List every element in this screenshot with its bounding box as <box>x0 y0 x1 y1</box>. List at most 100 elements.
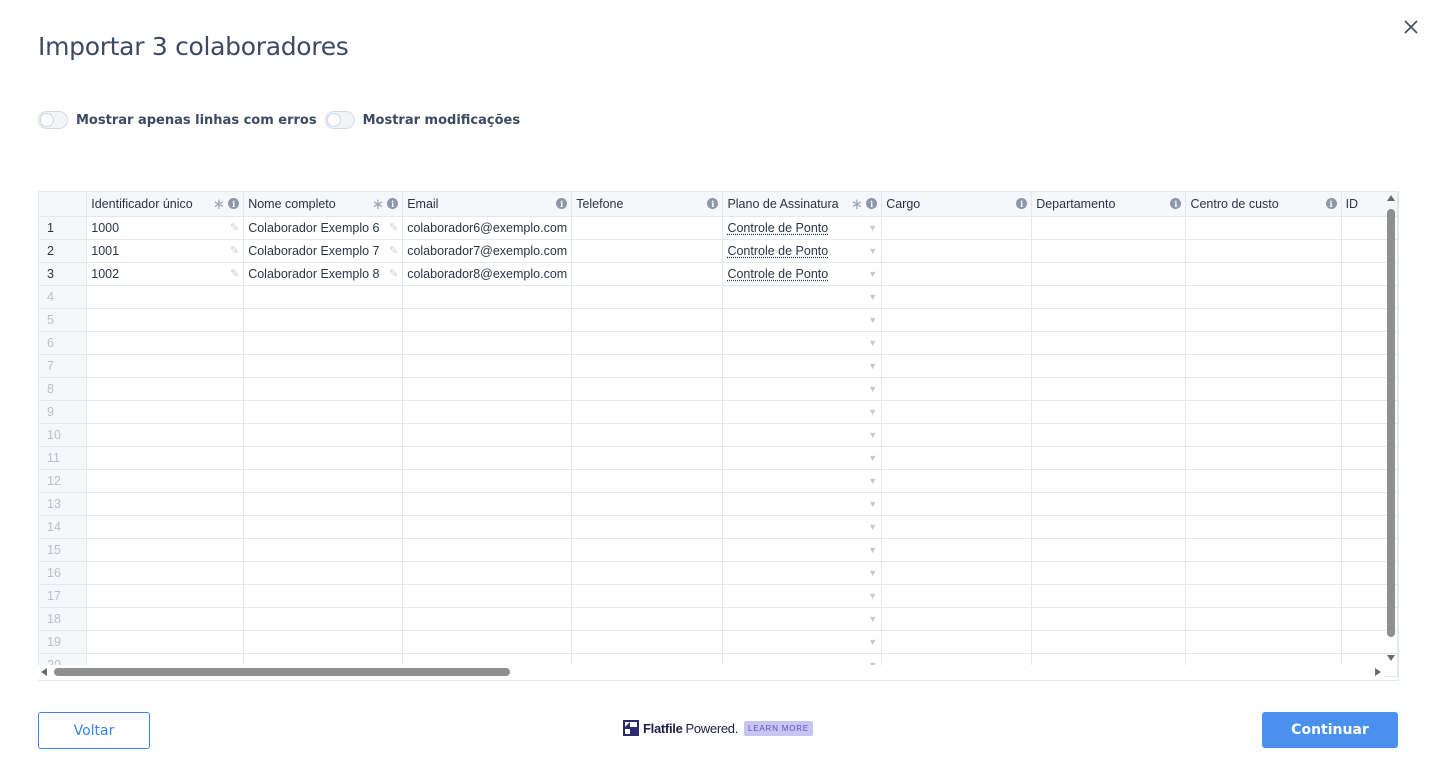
grid-cell-empty[interactable] <box>243 423 404 447</box>
grid-cell-cost[interactable] <box>1185 216 1342 240</box>
info-icon[interactable]: i <box>866 198 878 210</box>
grid-cell-empty[interactable] <box>402 469 573 493</box>
row-number[interactable]: 4 <box>39 285 88 309</box>
dropdown-caret-icon[interactable]: ▼ <box>868 522 877 532</box>
dropdown-caret-icon[interactable]: ▼ <box>868 568 877 578</box>
back-button[interactable]: Voltar <box>38 712 150 749</box>
info-icon[interactable]: i <box>1325 198 1337 210</box>
grid-cell-empty[interactable] <box>402 400 573 424</box>
dropdown-caret-icon[interactable]: ▼ <box>868 453 877 463</box>
grid-cell-empty[interactable] <box>86 308 245 332</box>
row-number[interactable]: 14 <box>39 515 88 539</box>
grid-cell-empty[interactable] <box>243 469 404 493</box>
dropdown-caret-icon[interactable]: ▼ <box>868 637 877 647</box>
grid-cell-empty[interactable] <box>243 492 404 516</box>
dropdown-caret-icon[interactable]: ▼ <box>868 591 877 601</box>
row-number[interactable]: 13 <box>39 492 88 516</box>
grid-cell-empty[interactable]: ▼ <box>722 515 883 539</box>
grid-cell-empty[interactable] <box>1031 492 1187 516</box>
row-number[interactable]: 16 <box>39 561 88 585</box>
row-number[interactable]: 10 <box>39 423 88 447</box>
grid-cell-empty[interactable]: ▼ <box>722 630 883 654</box>
grid-cell-empty[interactable] <box>881 331 1033 355</box>
row-number[interactable]: 19 <box>39 630 88 654</box>
grid-cell-empty[interactable] <box>881 308 1033 332</box>
grid-cell-empty[interactable] <box>243 377 404 401</box>
dropdown-caret-icon[interactable]: ▼ <box>868 384 877 394</box>
column-header[interactable]: Centro de custo i <box>1185 192 1342 217</box>
grid-cell-empty[interactable] <box>402 561 573 585</box>
grid-cell-empty[interactable] <box>243 285 404 309</box>
grid-cell-empty[interactable] <box>86 630 245 654</box>
grid-cell-empty[interactable] <box>402 331 573 355</box>
grid-cell-empty[interactable] <box>881 515 1033 539</box>
grid-cell-empty[interactable] <box>402 285 573 309</box>
grid-cell-empty[interactable]: ▼ <box>722 538 883 562</box>
vertical-scrollbar[interactable] <box>1384 193 1398 663</box>
grid-cell-empty[interactable] <box>86 492 245 516</box>
scroll-down-icon[interactable] <box>1387 655 1395 661</box>
grid-cell-empty[interactable] <box>571 354 724 378</box>
grid-cell-empty[interactable] <box>243 607 404 631</box>
grid-cell-empty[interactable] <box>1185 354 1342 378</box>
grid-cell-empty[interactable] <box>243 515 404 539</box>
grid-cell-empty[interactable] <box>571 331 724 355</box>
grid-cell-empty[interactable] <box>1031 584 1187 608</box>
grid-cell-empty[interactable]: ▼ <box>722 446 883 470</box>
grid-cell-empty[interactable] <box>402 630 573 654</box>
grid-cell-empty[interactable] <box>1185 377 1342 401</box>
grid-cell-empty[interactable] <box>571 538 724 562</box>
grid-cell-empty[interactable] <box>1185 607 1342 631</box>
scroll-thumb[interactable] <box>54 668 510 676</box>
info-icon[interactable]: i <box>1170 198 1182 210</box>
row-number[interactable]: 3 <box>39 262 88 286</box>
scroll-left-icon[interactable] <box>41 668 47 676</box>
grid-cell-empty[interactable] <box>1185 423 1342 447</box>
row-number[interactable]: 2 <box>39 239 88 263</box>
grid-cell-empty[interactable] <box>243 630 404 654</box>
grid-cell-dept[interactable] <box>1031 216 1187 240</box>
grid-cell-empty[interactable]: ▼ <box>722 354 883 378</box>
dropdown-caret-icon[interactable]: ▼ <box>868 338 877 348</box>
modifications-switch[interactable] <box>324 111 355 129</box>
grid-cell-empty[interactable] <box>243 446 404 470</box>
dropdown-caret-icon[interactable]: ▼ <box>868 614 877 624</box>
grid-cell-empty[interactable] <box>86 446 245 470</box>
grid-cell-empty[interactable] <box>881 423 1033 447</box>
grid-cell-empty[interactable] <box>571 492 724 516</box>
grid-cell-empty[interactable]: ▼ <box>722 285 883 309</box>
row-number[interactable]: 7 <box>39 354 88 378</box>
grid-cell-empty[interactable]: ▼ <box>722 469 883 493</box>
grid-cell-empty[interactable] <box>881 354 1033 378</box>
grid-cell-empty[interactable]: ▼ <box>722 400 883 424</box>
grid-cell-empty[interactable] <box>571 469 724 493</box>
grid-cell-empty[interactable] <box>571 423 724 447</box>
grid-cell-empty[interactable] <box>402 515 573 539</box>
row-number[interactable]: 17 <box>39 584 88 608</box>
grid-cell-email[interactable]: colaborador7@exemplo.com <box>402 239 573 263</box>
grid-cell-empty[interactable] <box>86 584 245 608</box>
grid-cell-empty[interactable] <box>243 538 404 562</box>
grid-cell-empty[interactable] <box>1031 377 1187 401</box>
dropdown-caret-icon[interactable]: ▼ <box>868 246 877 256</box>
grid-cell-empty[interactable] <box>571 584 724 608</box>
dropdown-caret-icon[interactable]: ▼ <box>868 361 877 371</box>
dropdown-caret-icon[interactable]: ▼ <box>868 223 877 233</box>
dropdown-caret-icon[interactable]: ▼ <box>868 315 877 325</box>
grid-cell-empty[interactable] <box>402 584 573 608</box>
grid-cell-empty[interactable] <box>1185 285 1342 309</box>
grid-cell-empty[interactable]: ▼ <box>722 423 883 447</box>
column-header[interactable]: Nome completo ∗ i <box>243 192 404 217</box>
grid-cell-empty[interactable] <box>1031 423 1187 447</box>
grid-cell-empty[interactable] <box>571 446 724 470</box>
dropdown-caret-icon[interactable]: ▼ <box>868 476 877 486</box>
grid-cell-role[interactable] <box>881 216 1033 240</box>
grid-cell-empty[interactable]: ▼ <box>722 607 883 631</box>
grid-cell-empty[interactable] <box>1185 538 1342 562</box>
grid-cell-empty[interactable] <box>1031 446 1187 470</box>
column-header[interactable]: Cargo i <box>881 192 1033 217</box>
grid-cell-id[interactable]: 1000 ✎ <box>86 216 245 240</box>
column-header[interactable]: Departamento i <box>1031 192 1187 217</box>
grid-cell-email[interactable]: colaborador6@exemplo.com <box>402 216 573 240</box>
grid-cell-name[interactable]: Colaborador Exemplo 8 ✎ <box>243 262 404 286</box>
